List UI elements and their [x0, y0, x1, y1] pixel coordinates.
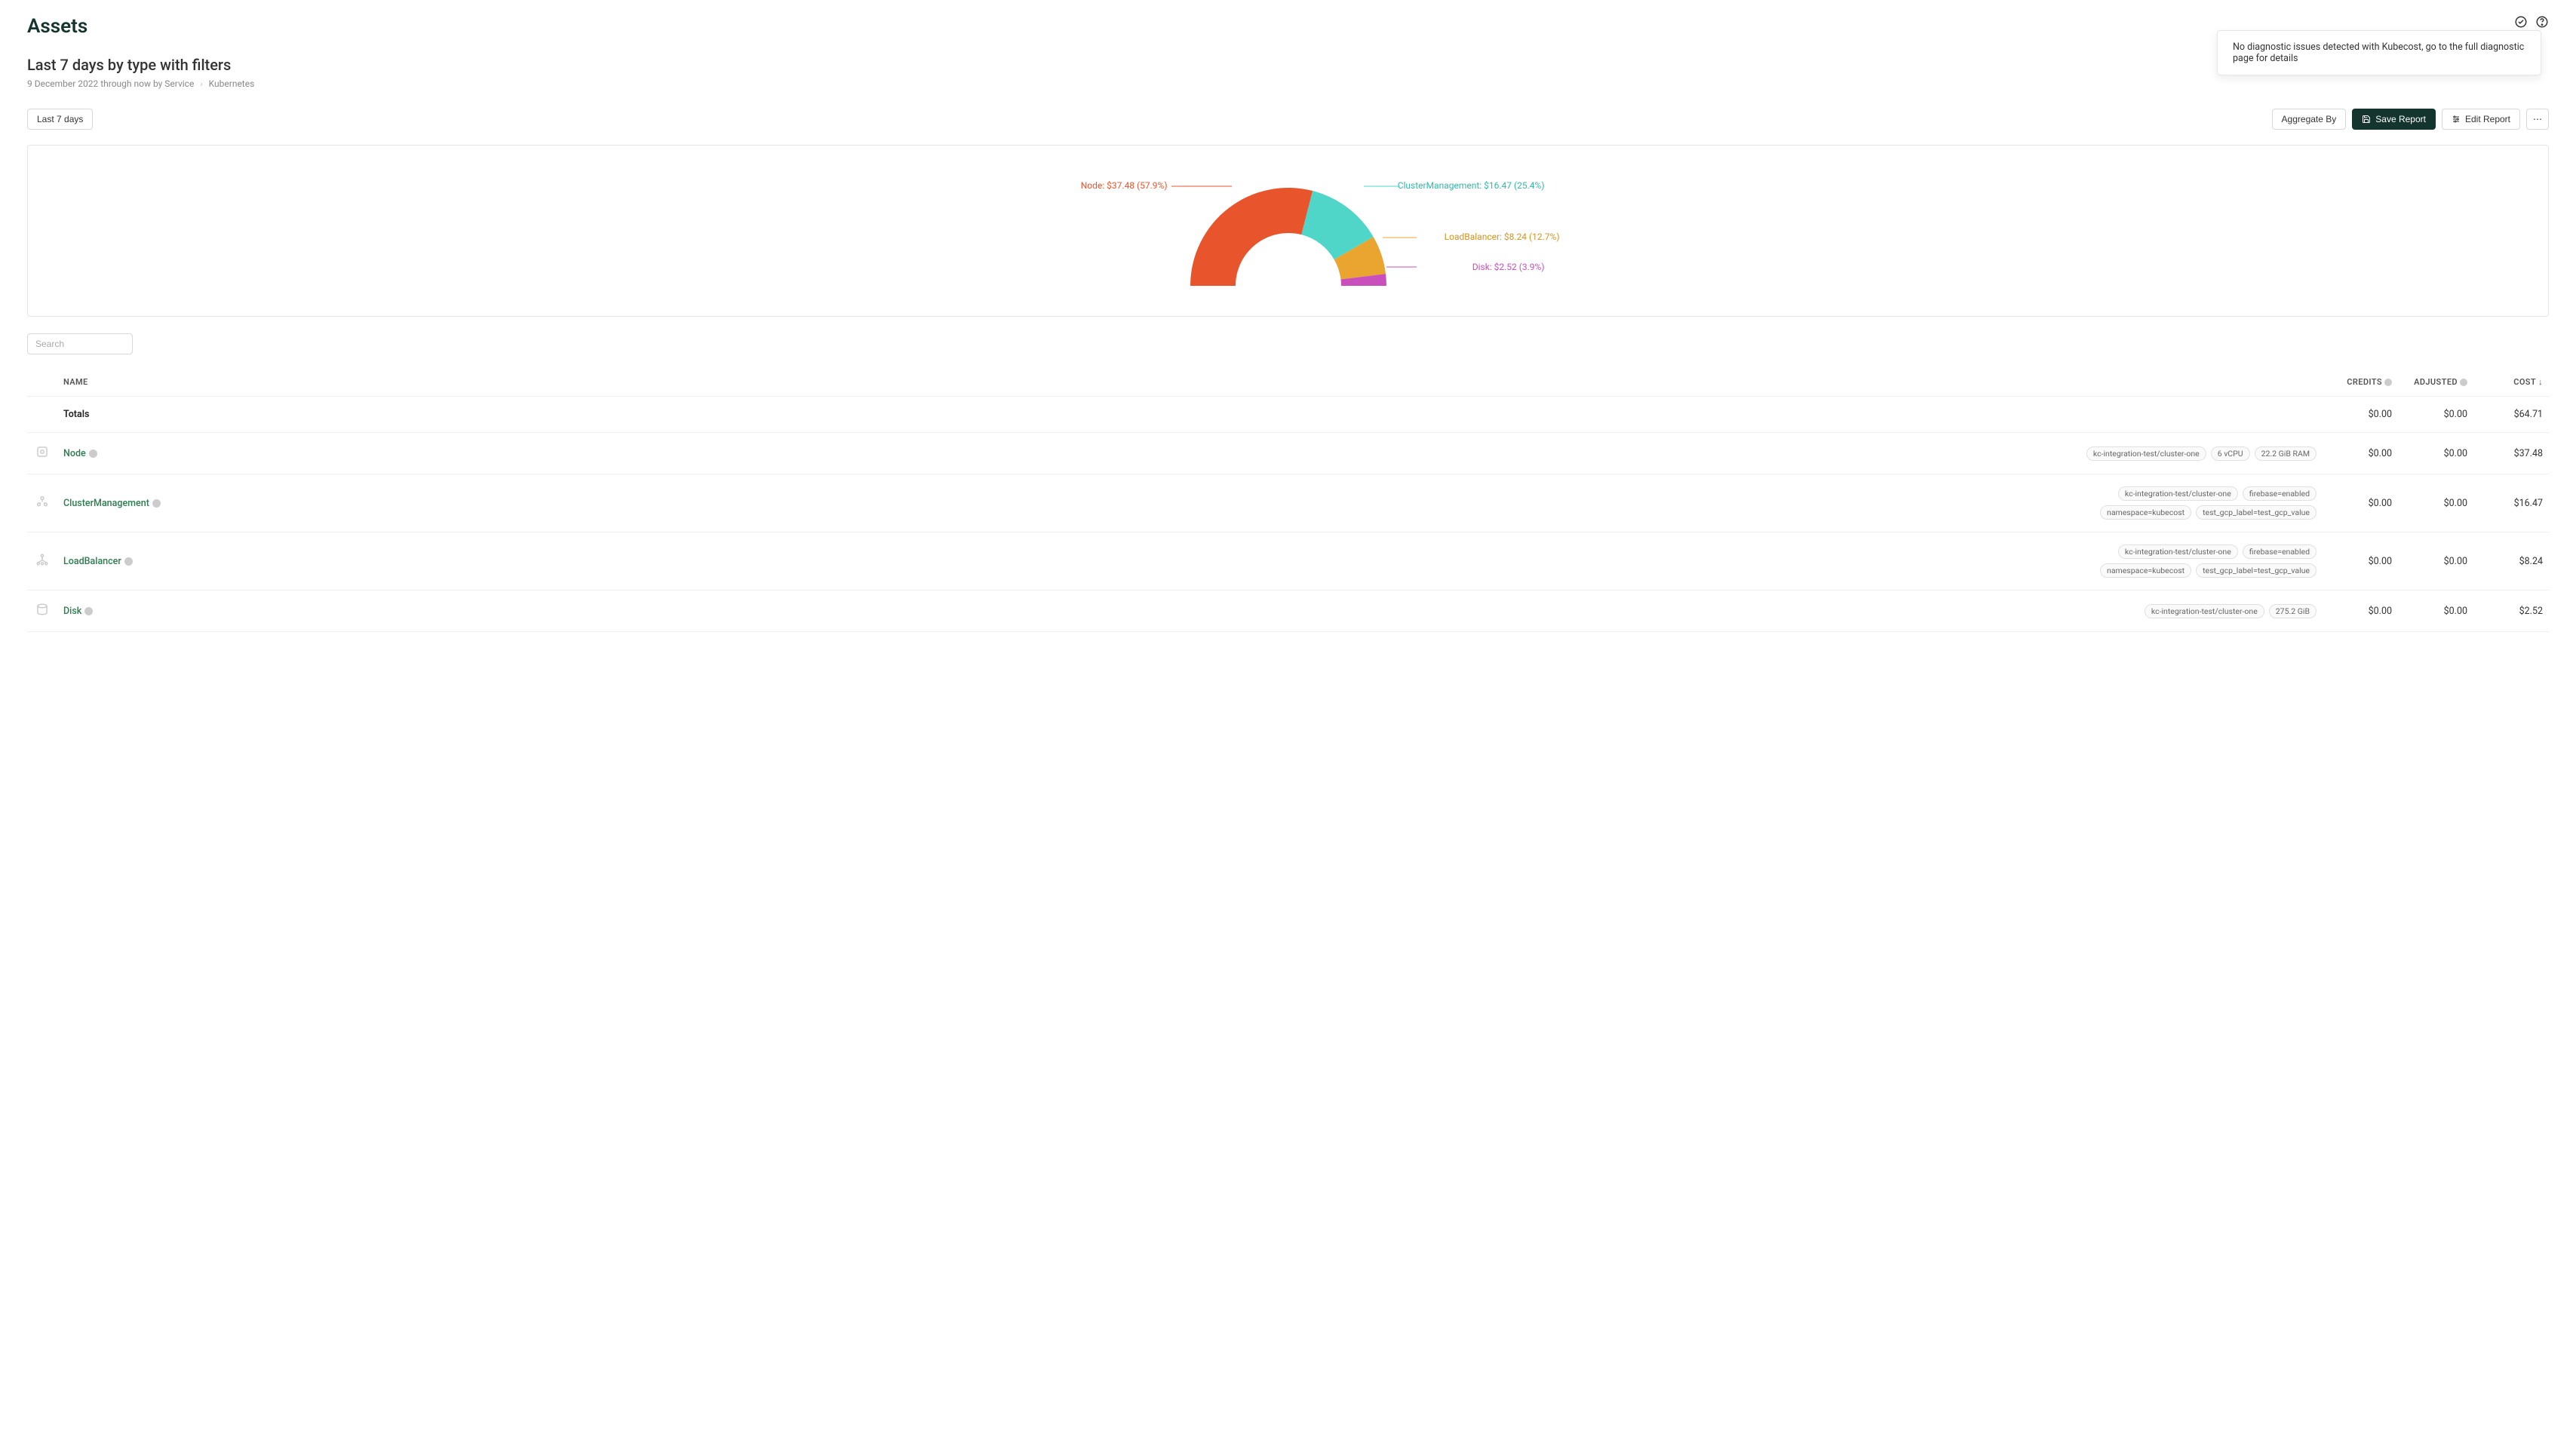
chart-label-loadbalancer: LoadBalancer: $8.24 (12.7%): [1445, 232, 1560, 242]
edit-report-button[interactable]: Edit Report: [2442, 109, 2520, 130]
row-credits: $0.00: [2323, 591, 2398, 632]
row-tags: kc-integration-test/cluster-one firebase=…: [2075, 545, 2317, 578]
tag: firebase=enabled: [2243, 545, 2317, 559]
breadcrumb: 9 December 2022 through now by Service ›…: [27, 78, 2549, 89]
tag: namespace=kubecost: [2100, 505, 2191, 520]
row-credits: $0.00: [2323, 474, 2398, 532]
row-name-link[interactable]: ClusterManagement: [63, 498, 161, 509]
totals-cost: $64.71: [2473, 397, 2549, 433]
chart-card: Node: $37.48 (57.9%) ClusterManagement: …: [27, 145, 2549, 317]
breadcrumb-leaf[interactable]: Kubernetes: [209, 78, 255, 89]
help-icon[interactable]: [2535, 15, 2549, 32]
row-adjusted: $0.00: [2398, 532, 2473, 591]
tag: kc-integration-test/cluster-one: [2118, 486, 2238, 501]
tag: namespace=kubecost: [2100, 563, 2191, 578]
row-name-link[interactable]: LoadBalancer: [63, 556, 133, 567]
info-icon: [124, 557, 133, 566]
row-name-link[interactable]: Node: [63, 448, 97, 459]
disk-icon: [35, 603, 49, 616]
node-icon: [35, 445, 49, 459]
chart-label-disk: Disk: $2.52 (3.9%): [1472, 262, 1545, 272]
tag: kc-integration-test/cluster-one: [2086, 446, 2206, 461]
tag: 6 vCPU: [2211, 446, 2250, 461]
date-range-button[interactable]: Last 7 days: [27, 109, 93, 130]
sliders-icon: [2452, 115, 2461, 124]
tag: kc-integration-test/cluster-one: [2118, 545, 2238, 559]
cluster-icon: [35, 495, 49, 508]
info-icon: [152, 499, 161, 508]
info-icon: [84, 607, 93, 615]
loadbalancer-icon: [35, 553, 49, 566]
col-header-name[interactable]: NAME: [57, 368, 2066, 397]
tag: test_gcp_label=test_gcp_value: [2196, 505, 2317, 520]
col-header-cost[interactable]: COST↓: [2473, 368, 2549, 397]
tag: 22.2 GiB RAM: [2255, 446, 2317, 461]
sort-desc-icon: ↓: [2538, 377, 2543, 387]
row-cost: $16.47: [2473, 474, 2549, 532]
chart-slice-node[interactable]: [1190, 188, 1313, 286]
chevron-right-icon: ›: [200, 79, 202, 89]
row-adjusted: $0.00: [2398, 433, 2473, 474]
table-row[interactable]: Node kc-integration-test/cluster-one 6 vC…: [27, 433, 2549, 474]
assets-table: NAME CREDITS ADJUSTED COST↓ Totals $0.00…: [27, 368, 2549, 632]
row-adjusted: $0.00: [2398, 591, 2473, 632]
diagnostic-toast[interactable]: No diagnostic issues detected with Kubec…: [2217, 30, 2541, 75]
row-cost: $37.48: [2473, 433, 2549, 474]
save-report-button[interactable]: Save Report: [2352, 109, 2436, 130]
info-icon: [2460, 379, 2467, 386]
row-cost: $2.52: [2473, 591, 2549, 632]
chart-label-node: Node: $37.48 (57.9%): [1017, 180, 1168, 191]
aggregate-by-button[interactable]: Aggregate By: [2272, 109, 2347, 130]
edit-report-label: Edit Report: [2465, 114, 2510, 124]
row-tags: kc-integration-test/cluster-one 275.2 GiB: [2075, 604, 2317, 618]
totals-row: Totals $0.00 $0.00 $64.71: [27, 397, 2549, 433]
totals-adjusted: $0.00: [2398, 397, 2473, 433]
col-header-adjusted[interactable]: ADJUSTED: [2398, 368, 2473, 397]
save-report-label: Save Report: [2375, 114, 2426, 124]
table-row[interactable]: ClusterManagement kc-integration-test/cl…: [27, 474, 2549, 532]
row-cost: $8.24: [2473, 532, 2549, 591]
totals-label: Totals: [63, 409, 89, 420]
row-name-link[interactable]: Disk: [63, 606, 93, 617]
row-adjusted: $0.00: [2398, 474, 2473, 532]
row-credits: $0.00: [2323, 433, 2398, 474]
table-row[interactable]: Disk kc-integration-test/cluster-one 275.…: [27, 591, 2549, 632]
breadcrumb-prefix: 9 December 2022 through now by Service: [27, 78, 194, 89]
more-menu-button[interactable]: ⋯: [2526, 109, 2549, 130]
info-icon: [2384, 379, 2392, 386]
tag: firebase=enabled: [2243, 486, 2317, 501]
table-row[interactable]: LoadBalancer kc-integration-test/cluster…: [27, 532, 2549, 591]
tag: kc-integration-test/cluster-one: [2145, 604, 2264, 618]
tag: 275.2 GiB: [2269, 604, 2317, 618]
status-ok-icon[interactable]: [2514, 15, 2528, 32]
row-tags: kc-integration-test/cluster-one 6 vCPU 22.…: [2075, 446, 2317, 461]
info-icon: [89, 449, 97, 458]
chart-label-clustermanagement: ClusterManagement: $16.47 (25.4%): [1398, 180, 1545, 191]
row-credits: $0.00: [2323, 532, 2398, 591]
report-title: Last 7 days by type with filters: [27, 56, 2549, 74]
row-tags: kc-integration-test/cluster-one firebase=…: [2075, 486, 2317, 520]
tag: test_gcp_label=test_gcp_value: [2196, 563, 2317, 578]
page-title: Assets: [27, 15, 88, 38]
half-donut-chart: [1175, 173, 1402, 286]
col-header-credits[interactable]: CREDITS: [2323, 368, 2398, 397]
search-input[interactable]: [27, 333, 133, 354]
save-icon: [2362, 115, 2371, 124]
totals-credits: $0.00: [2323, 397, 2398, 433]
